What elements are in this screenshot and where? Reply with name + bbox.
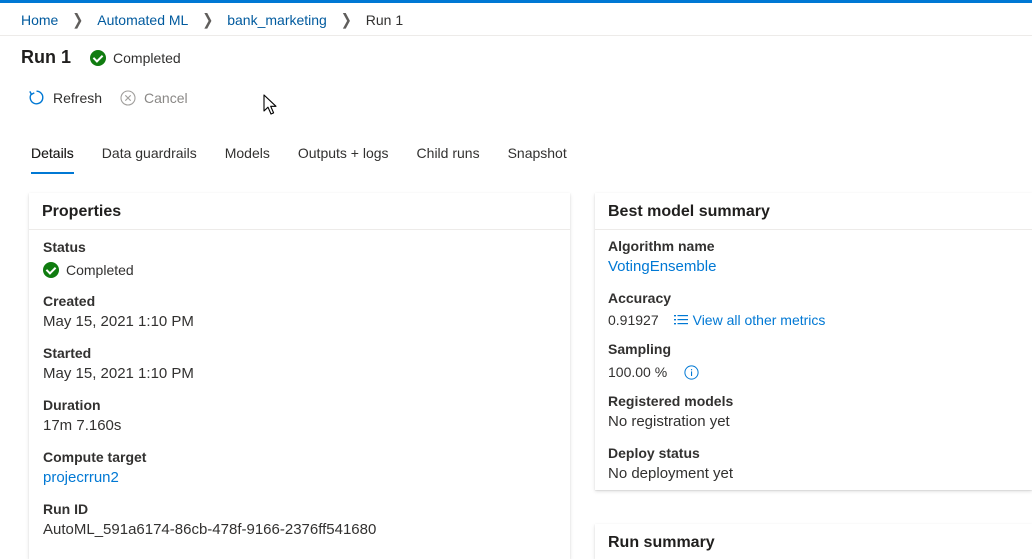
status-value-row: Completed <box>43 260 134 280</box>
duration-value: 17m 7.160s <box>43 417 122 434</box>
chevron-right-icon: ❯ <box>340 10 352 29</box>
accuracy-value: 0.91927 <box>608 312 659 328</box>
created-label: Created <box>43 293 96 309</box>
run-id-label: Run ID <box>43 501 89 517</box>
properties-card: Properties Status Completed Created May … <box>29 193 570 559</box>
view-metrics-label: View all other metrics <box>692 312 826 328</box>
tab-snapshot[interactable]: Snapshot <box>508 140 567 174</box>
best-model-card: Best model summary Algorithm name Voting… <box>595 193 1032 490</box>
cancel-circle-icon <box>120 89 136 106</box>
tab-outputs-logs[interactable]: Outputs + logs <box>298 140 389 174</box>
status-value: Completed <box>66 262 134 278</box>
registered-models-field: Registered models No registration yet <box>608 393 733 432</box>
refresh-label: Refresh <box>53 89 103 106</box>
info-icon[interactable] <box>684 364 699 380</box>
accuracy-field: Accuracy 0.91927 View all other metrics <box>608 290 825 330</box>
compute-target-label: Compute target <box>43 449 147 465</box>
duration-field: Duration 17m 7.160s <box>43 397 121 436</box>
run-summary-title: Run summary <box>608 534 715 551</box>
algorithm-label: Algorithm name <box>608 238 715 254</box>
page-title: Run 1 <box>21 47 72 67</box>
breadcrumb-home[interactable]: Home <box>21 12 58 28</box>
check-circle-icon <box>43 262 59 278</box>
sampling-field: Sampling 100.00 % <box>608 341 699 382</box>
deploy-status-field: Deploy status No deployment yet <box>608 445 733 484</box>
started-field: Started May 15, 2021 1:10 PM <box>43 345 194 384</box>
tab-models[interactable]: Models <box>225 140 270 174</box>
sampling-value: 100.00 % <box>608 364 668 380</box>
registered-models-label: Registered models <box>608 393 734 409</box>
tab-details[interactable]: Details <box>31 140 74 174</box>
breadcrumb: Home ❯ Automated ML ❯ bank_marketing ❯ R… <box>21 10 404 29</box>
best-model-title: Best model summary <box>595 193 1032 230</box>
toolbar: Refresh Cancel <box>28 89 188 106</box>
run-id-field: Run ID AutoML_591a6174-86cb-478f-9166-23… <box>43 501 376 540</box>
accuracy-label: Accuracy <box>608 290 672 306</box>
status-badge: Completed <box>90 49 181 66</box>
compute-target-field: Compute target projecrrun2 <box>43 449 146 488</box>
cancel-button[interactable]: Cancel <box>120 90 188 106</box>
breadcrumb-automated-ml[interactable]: Automated ML <box>97 12 188 28</box>
algorithm-field: Algorithm name VotingEnsemble <box>608 238 716 277</box>
algorithm-link[interactable]: VotingEnsemble <box>608 257 716 277</box>
started-label: Started <box>43 345 92 361</box>
check-circle-icon <box>90 49 107 66</box>
mouse-cursor-icon <box>263 94 277 115</box>
status-text: Completed <box>113 49 181 66</box>
cancel-label: Cancel <box>144 89 188 106</box>
tab-child-runs[interactable]: Child runs <box>417 140 480 174</box>
deploy-status-label: Deploy status <box>608 445 700 461</box>
tab-data-guardrails[interactable]: Data guardrails <box>102 140 197 174</box>
started-value: May 15, 2021 1:10 PM <box>43 365 194 382</box>
breadcrumb-experiment[interactable]: bank_marketing <box>227 12 327 28</box>
chevron-right-icon: ❯ <box>202 10 214 29</box>
title-row: Run 1 Completed <box>21 47 181 68</box>
status-field: Status Completed <box>43 239 134 280</box>
deploy-status-value: No deployment yet <box>608 465 734 482</box>
sampling-row: 100.00 % <box>608 362 699 382</box>
breadcrumb-current: Run 1 <box>365 12 404 28</box>
tab-bar: Details Data guardrails Models Outputs +… <box>31 140 595 174</box>
properties-title: Properties <box>29 193 570 230</box>
created-value: May 15, 2021 1:10 PM <box>43 313 194 330</box>
top-accent-bar <box>0 0 1032 3</box>
accuracy-row: 0.91927 View all other metrics <box>608 310 825 330</box>
refresh-button[interactable]: Refresh <box>28 89 102 106</box>
run-summary-card: Run summary <box>595 524 1032 559</box>
view-metrics-link[interactable]: View all other metrics <box>673 310 826 330</box>
compute-target-link[interactable]: projecrrun2 <box>43 468 146 488</box>
sampling-label: Sampling <box>608 341 672 357</box>
created-field: Created May 15, 2021 1:10 PM <box>43 293 194 332</box>
chevron-right-icon: ❯ <box>72 10 84 29</box>
list-icon <box>673 315 688 325</box>
refresh-icon <box>29 90 44 105</box>
duration-label: Duration <box>43 397 101 413</box>
header-divider <box>0 35 1032 36</box>
run-id-value: AutoML_591a6174-86cb-478f-9166-2376ff541… <box>43 521 377 538</box>
status-label: Status <box>43 239 86 255</box>
registered-models-value: No registration yet <box>608 413 730 430</box>
